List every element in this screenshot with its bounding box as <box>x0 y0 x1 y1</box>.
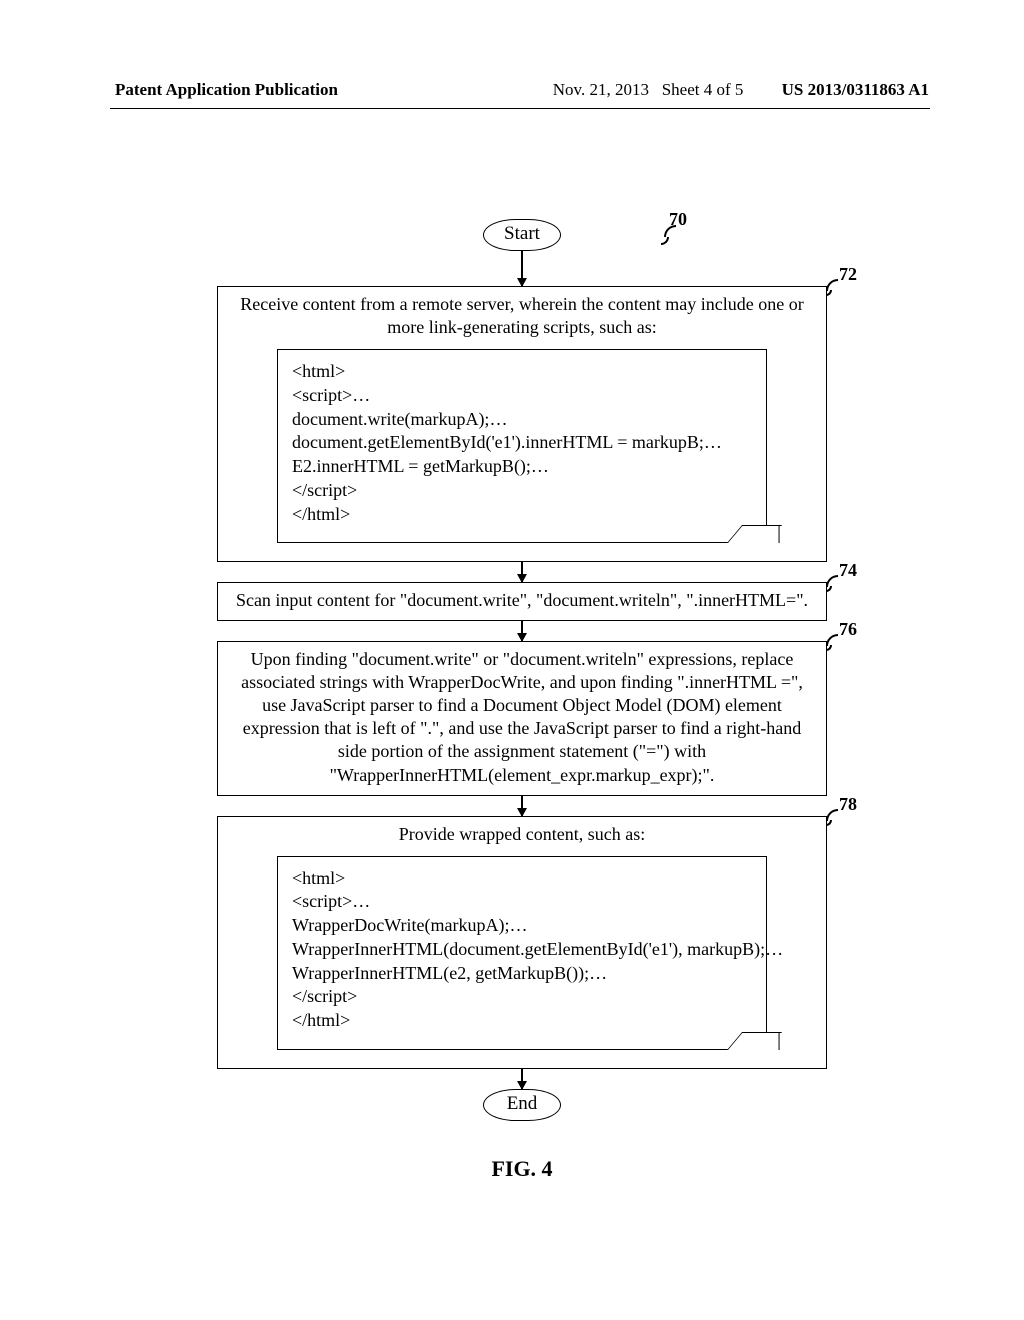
leader-line-icon <box>826 586 832 592</box>
flowchart: 70 Start 72 Receive content from a remot… <box>217 219 827 1182</box>
header-sheet: Sheet 4 of 5 <box>662 80 744 99</box>
leader-line-icon <box>826 645 832 651</box>
code-line: document.getElementById('e1').innerHTML … <box>292 431 752 455</box>
code-line: <html> <box>292 867 752 891</box>
code-line: </script> <box>292 479 752 503</box>
code-box-72: <html> <script>… document.write(markupA)… <box>277 349 767 543</box>
terminal-end: End <box>483 1089 561 1121</box>
step-78: 78 Provide wrapped content, such as: <ht… <box>217 816 827 1069</box>
arrow-down-icon <box>521 1069 523 1089</box>
code-line: <script>… <box>292 890 752 914</box>
leader-line-icon <box>664 225 676 237</box>
leader-line-icon <box>826 820 832 826</box>
leader-line-icon <box>661 237 669 245</box>
ref-72: 72 <box>839 264 857 285</box>
figure-label: FIG. 4 <box>217 1156 827 1182</box>
code-line: </html> <box>292 1009 752 1033</box>
step-76-text: Upon finding "document.write" or "docume… <box>241 649 803 784</box>
code-line: <script>… <box>292 384 752 408</box>
dogear-icon <box>727 1032 782 1050</box>
code-line: </script> <box>292 985 752 1009</box>
code-box-78: <html> <script>… WrapperDocWrite(markupA… <box>277 856 767 1050</box>
arrow-down-icon <box>521 251 523 286</box>
header-left: Patent Application Publication <box>115 80 338 100</box>
leader-line-icon <box>826 809 838 821</box>
arrow-down-icon <box>521 621 523 641</box>
step-72: 72 Receive content from a remote server,… <box>217 286 827 562</box>
terminal-start: Start <box>483 219 561 251</box>
page-header: Patent Application Publication Nov. 21, … <box>115 80 929 100</box>
page: Patent Application Publication Nov. 21, … <box>0 0 1024 1182</box>
header-date: Nov. 21, 2013 <box>553 80 649 99</box>
step-74: 74 Scan input content for "document.writ… <box>217 582 827 621</box>
code-line: document.write(markupA);… <box>292 408 752 432</box>
step-72-text: Receive content from a remote server, wh… <box>240 294 804 337</box>
code-line: <html> <box>292 360 752 384</box>
ref-78: 78 <box>839 794 857 815</box>
step-76: 76 Upon finding "document.write" or "doc… <box>217 641 827 795</box>
code-line: </html> <box>292 503 752 527</box>
code-line: WrapperDocWrite(markupA);… <box>292 914 752 938</box>
dogear-icon <box>727 525 782 543</box>
header-rule <box>110 108 930 109</box>
ref-76: 76 <box>839 619 857 640</box>
code-line: WrapperInnerHTML(e2, getMarkupB());… <box>292 962 752 986</box>
ref-74: 74 <box>839 560 857 581</box>
code-line: E2.innerHTML = getMarkupB();… <box>292 455 752 479</box>
step-78-text: Provide wrapped content, such as: <box>399 824 645 844</box>
header-right: Nov. 21, 2013 Sheet 4 of 5 US 2013/03118… <box>553 80 929 100</box>
step-74-text: Scan input content for "document.write",… <box>236 590 808 610</box>
arrow-down-icon <box>521 796 523 816</box>
code-line: WrapperInnerHTML(document.getElementById… <box>292 938 752 962</box>
header-pubno: US 2013/0311863 A1 <box>782 80 929 99</box>
arrow-down-icon <box>521 562 523 582</box>
leader-line-icon <box>826 290 832 296</box>
